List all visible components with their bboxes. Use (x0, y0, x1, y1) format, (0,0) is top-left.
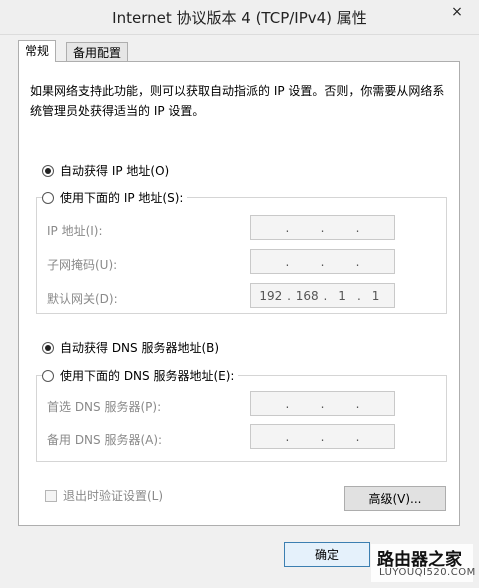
radio-unselected-icon (42, 191, 54, 204)
title-bar: Internet 协议版本 4 (TCP/IPv4) 属性 × (0, 0, 479, 35)
validate-on-exit-checkbox[interactable]: 退出时验证设置(L) (45, 487, 163, 504)
close-icon: × (451, 4, 463, 20)
radio-selected-icon (42, 341, 54, 354)
auto-dns-radio[interactable]: 自动获得 DNS 服务器地址(B) (42, 339, 224, 356)
tab-alternate-config[interactable]: 备用配置 (66, 42, 129, 62)
description-text: 如果网络支持此功能，则可以获取自动指派的 IP 设置。否则，你需要从网络系统管理… (30, 84, 445, 118)
manual-dns-label: 使用下面的 DNS 服务器地址(E): (60, 369, 235, 383)
window-title: Internet 协议版本 4 (TCP/IPv4) 属性 (112, 9, 367, 27)
ip-address-label: IP 地址(I): (47, 224, 103, 238)
radio-unselected-icon (42, 369, 54, 382)
subnet-mask-input[interactable]: ... (250, 249, 395, 274)
subnet-mask-label: 子网掩码(U): (47, 258, 118, 272)
manual-dns-radio[interactable]: 使用下面的 DNS 服务器地址(E): (42, 367, 239, 384)
alternate-dns-label: 备用 DNS 服务器(A): (47, 433, 163, 447)
manual-ip-label: 使用下面的 IP 地址(S): (60, 191, 184, 205)
watermark-sub-text: LUYOUQI520.COM (379, 567, 476, 578)
radio-selected-icon (42, 164, 54, 177)
close-button[interactable]: × (435, 0, 479, 24)
preferred-dns-input[interactable]: ... (250, 391, 395, 416)
preferred-dns-label: 首选 DNS 服务器(P): (47, 400, 162, 414)
default-gateway-label: 默认网关(D): (47, 292, 118, 306)
manual-ip-radio[interactable]: 使用下面的 IP 地址(S): (42, 189, 188, 206)
advanced-button[interactable]: 高级(V)... (344, 486, 446, 511)
ip-address-input[interactable]: ... (250, 215, 395, 240)
alternate-dns-input[interactable]: ... (250, 424, 395, 449)
auto-ip-label: 自动获得 IP 地址(O) (60, 164, 170, 178)
auto-dns-label: 自动获得 DNS 服务器地址(B) (60, 341, 220, 355)
validate-on-exit-label: 退出时验证设置(L) (63, 489, 164, 503)
default-gateway-input[interactable]: 192. 168. 1. 1 (250, 283, 395, 308)
tab-general[interactable]: 常规 (18, 40, 57, 62)
checkbox-icon (45, 489, 57, 502)
auto-ip-radio[interactable]: 自动获得 IP 地址(O) (42, 162, 174, 179)
watermark-logo: 路由器之家 LUYOUQI520.COM (371, 544, 476, 582)
ok-button[interactable]: 确定 (284, 542, 370, 567)
